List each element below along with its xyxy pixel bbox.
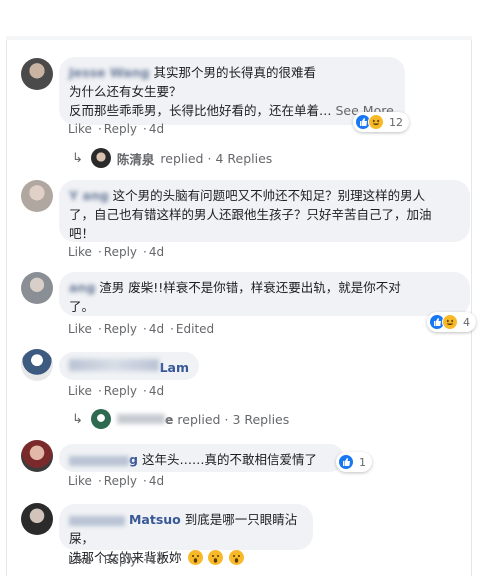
reply-link[interactable]: Reply [104, 384, 137, 398]
comment-text-line: 渣男 废柴!!样衰不是你错，样衰还要出轨，就是你不对 [99, 280, 401, 295]
reply-link[interactable]: Reply [104, 553, 137, 567]
reply-author: e [164, 411, 174, 427]
timestamp[interactable]: 4d [149, 474, 164, 488]
reaction-summary[interactable]: 1 [336, 452, 372, 472]
comment-actions: Like · Reply · 4d [68, 245, 165, 259]
avatar[interactable] [21, 272, 53, 304]
reply-author: 陈清泉 [116, 151, 155, 167]
reply-count: 3 Replies [232, 411, 290, 427]
comment-text-line: 这年头……真的不敢相信爱情了 [141, 452, 317, 467]
like-link[interactable]: Like [68, 322, 92, 336]
comment-author[interactable]: Lam [160, 360, 189, 375]
reply-link[interactable]: Reply [104, 474, 137, 488]
timestamp[interactable]: 4d [149, 122, 164, 136]
comment-bubble: Matsuo 到底是哪一只眼睛沾屎， 选那个女的来背叛妳 [59, 504, 313, 565]
comment-text-line: 这个男的头脑有问题吧又不帅还不知足？别理这样的男人 [112, 188, 426, 203]
avatar[interactable] [21, 349, 53, 381]
replied-label: replied [177, 411, 221, 427]
wow-icon [208, 550, 224, 565]
blurred-author-name [69, 515, 125, 526]
like-link[interactable]: Like [68, 122, 92, 136]
avatar [90, 409, 111, 429]
like-link[interactable]: Like [68, 245, 92, 259]
comment-text-line: 了，自己也有错这样的男人还跟他生孩子？只好辛苦自己了，加油 [69, 207, 432, 222]
comment-text-line: 为什么还有女生要？ [69, 84, 182, 99]
comment-author[interactable]: Matsuo [129, 512, 181, 527]
reply-link[interactable]: Reply [104, 122, 137, 136]
avatar[interactable] [21, 58, 53, 90]
comment-actions: Like · Reply · 4d · Edited [68, 322, 215, 336]
wow-icon [187, 550, 203, 565]
like-link[interactable]: Like [68, 384, 92, 398]
edited-label[interactable]: Edited [176, 322, 214, 336]
replied-label: replied [160, 150, 204, 166]
comment-actions: Like · Reply · 4d [68, 384, 165, 398]
blurred-author-name [69, 359, 159, 371]
wow-icon [229, 550, 245, 565]
avatar[interactable] [21, 180, 53, 212]
haha-icon [368, 114, 384, 130]
timestamp[interactable]: 4d [149, 384, 164, 398]
comment-bubble: Y ang 这个男的头脑有问题吧又不帅还不知足？别理这样的男人 了，自己也有错这… [59, 180, 470, 242]
comment-text-line: 了。 [69, 299, 95, 314]
timestamp[interactable]: 4d [149, 245, 164, 259]
reply-link[interactable]: Reply [104, 245, 137, 259]
haha-icon [442, 314, 458, 330]
comment-text-line: 其实那个男的长得真的很难看 [153, 65, 316, 80]
comment-text-line: 吧！ [69, 226, 95, 241]
like-link[interactable]: Like [68, 553, 92, 567]
timestamp[interactable]: 4d [149, 322, 164, 336]
reaction-summary[interactable]: 4 [427, 312, 476, 332]
comment-author[interactable]: ang [69, 280, 95, 295]
blurred-author-name [69, 455, 129, 466]
reply-arrow-icon: ↳ [72, 411, 83, 427]
like-link[interactable]: Like [68, 474, 92, 488]
avatar [90, 148, 111, 168]
comment-bubble: g 这年头……真的不敢相信爱情了 [59, 444, 344, 472]
reaction-count: 12 [389, 115, 403, 129]
replies-link[interactable]: ↳ 陈清泉 replied · 4 Replies [72, 148, 272, 168]
reply-arrow-icon: ↳ [72, 150, 83, 166]
comment-actions: Like · Reply · 4d [68, 474, 165, 488]
comment-author[interactable]: g [129, 452, 138, 467]
reaction-count: 4 [463, 315, 470, 329]
like-icon [338, 454, 354, 470]
replies-link[interactable]: ↳ e replied · 3 Replies [72, 409, 289, 429]
comment-text-line: 反而那些乖乖男，长得比他好看的，还在单着… [69, 103, 332, 118]
comment-author[interactable]: Y ang [69, 188, 109, 203]
timestamp[interactable]: 4d [149, 553, 164, 567]
reply-count: 4 Replies [215, 150, 273, 166]
comment-author[interactable]: Jesse Wang [69, 65, 149, 80]
comment-actions: Like · Reply · 4d [68, 553, 165, 567]
reaction-count: 1 [359, 455, 366, 469]
comment-bubble: Jesse Wang 其实那个男的长得真的很难看 为什么还有女生要？ 反而那些乖… [59, 57, 405, 125]
comment-actions: Like · Reply · 4d [68, 122, 165, 136]
comment-bubble: ang 渣男 废柴!!样衰不是你错，样衰还要出轨，就是你不对 了。 [59, 272, 470, 316]
avatar[interactable] [21, 440, 53, 472]
avatar[interactable] [21, 503, 53, 535]
reaction-summary[interactable]: 12 [353, 112, 409, 132]
blurred-reply-author [116, 414, 165, 424]
reply-link[interactable]: Reply [104, 322, 137, 336]
